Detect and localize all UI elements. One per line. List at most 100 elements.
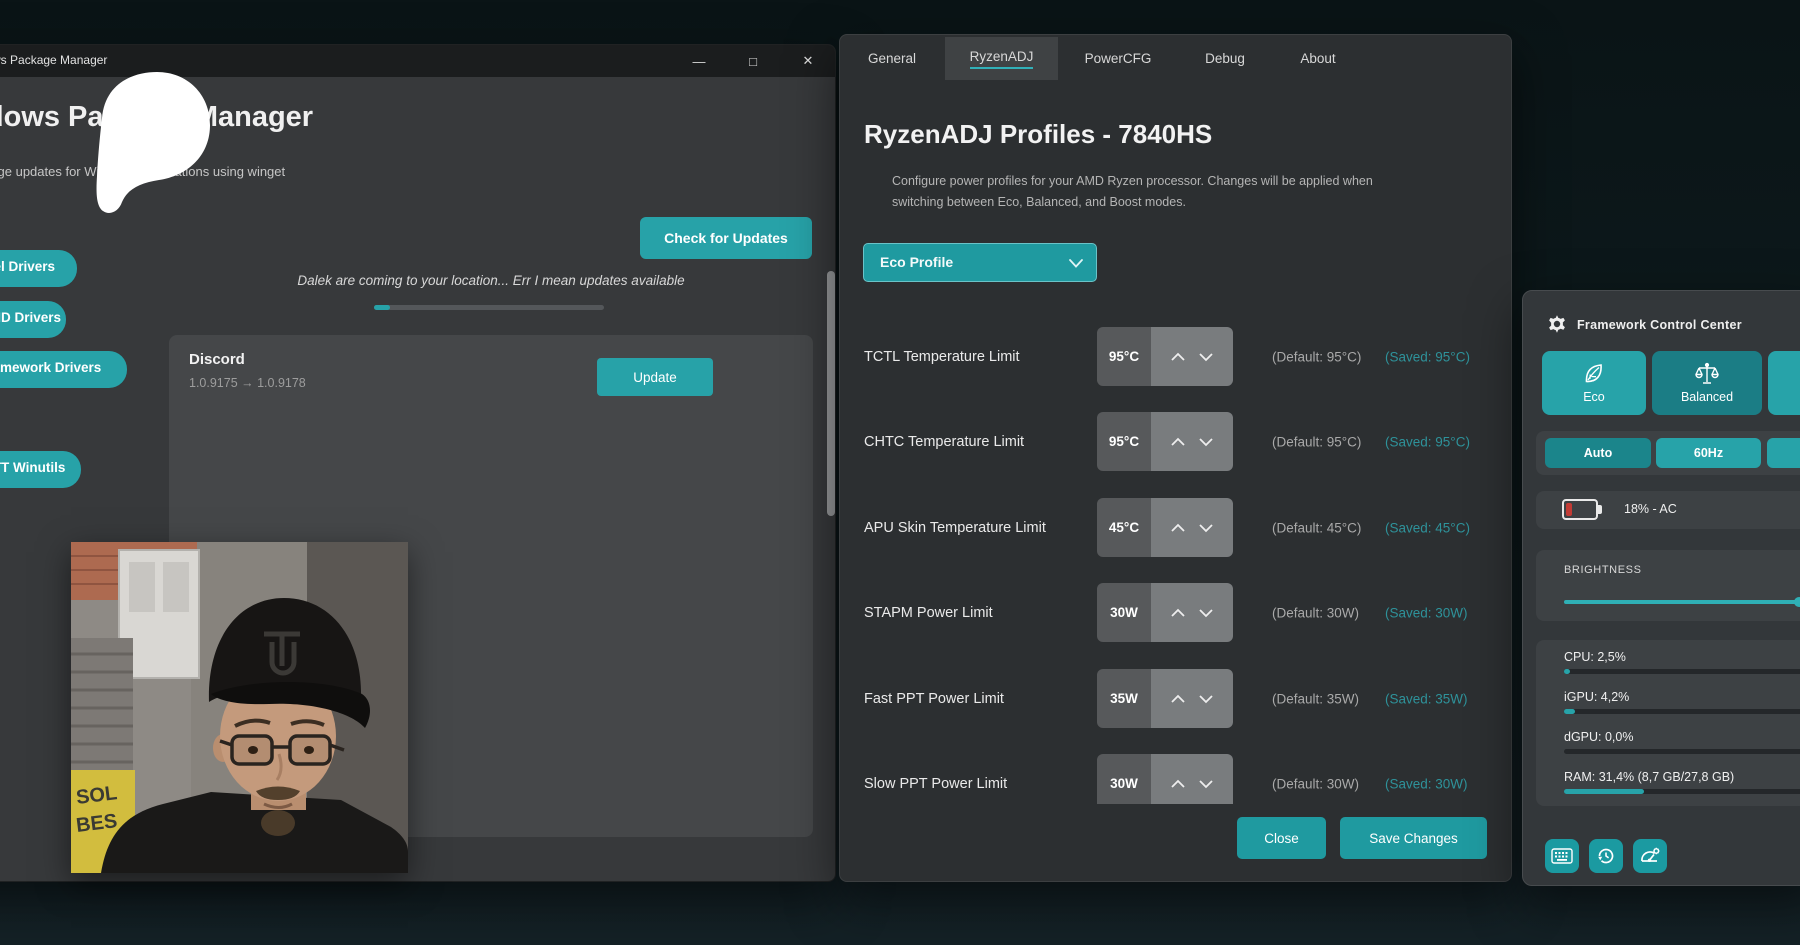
webcam-overlay: SOL BES [71, 542, 408, 873]
refresh-rate-strip: Auto 60Hz [1536, 431, 1800, 475]
setting-row: TCTL Temperature Limit 95°C (Default: 95… [840, 327, 1512, 386]
framework-gear-logo [1547, 314, 1567, 339]
saved-value-text: (Saved: 30W) [1385, 776, 1468, 791]
tab-powercfg[interactable]: PowerCFG [1076, 37, 1160, 80]
system-stats-card: CPU: 2,5% iGPU: 4,2% dGPU: 0,0% RAM: 31,… [1536, 640, 1800, 806]
saved-value-text: (Saved: 95°C) [1385, 434, 1470, 449]
window-title: Windows Package Manager [0, 53, 107, 67]
performance-tuning-button[interactable] [1633, 839, 1667, 873]
setting-row: Slow PPT Power Limit 30W (Default: 30W) … [840, 754, 1512, 804]
brightness-handle[interactable] [1794, 597, 1800, 607]
mode-button-eco[interactable]: Eco [1542, 351, 1646, 415]
battery-fill [1566, 503, 1572, 516]
check-for-updates-button[interactable]: Check for Updates [640, 217, 812, 259]
decrement-button[interactable] [1198, 694, 1214, 704]
history-button[interactable] [1589, 839, 1623, 873]
default-value-text: (Default: 30W) [1272, 605, 1359, 620]
framework-control-center-panel: Framework Control Center Eco Balanced Au… [1522, 290, 1800, 886]
white-blob-annotation [77, 70, 212, 218]
stat-ram: RAM: 31,4% (8,7 GB/27,8 GB) [1564, 768, 1800, 802]
stat-dgpu: dGPU: 0,0% [1564, 728, 1800, 762]
update-button[interactable]: Update [597, 358, 713, 396]
default-value-text: (Default: 35W) [1272, 691, 1359, 706]
settings-rows-scroll-area: TCTL Temperature Limit 95°C (Default: 95… [840, 305, 1512, 804]
decrement-button[interactable] [1198, 779, 1214, 789]
mode-button-balanced[interactable]: Balanced [1652, 351, 1762, 415]
increment-button[interactable] [1170, 523, 1186, 533]
brightness-slider[interactable] [1564, 600, 1800, 604]
panel-title: Framework Control Center [1577, 318, 1742, 332]
saved-value-text: (Saved: 30W) [1385, 605, 1468, 620]
tab-ryzenadj[interactable]: RyzenADJ [945, 37, 1058, 80]
value-spinner: 95°C [1097, 412, 1233, 471]
update-progress-bar [374, 305, 604, 310]
setting-row: STAPM Power Limit 30W (Default: 30W) (Sa… [840, 583, 1512, 642]
value-spinner: 95°C [1097, 327, 1233, 386]
mode-button-boost-cutoff[interactable] [1768, 351, 1800, 415]
tab-about[interactable]: About [1286, 37, 1350, 80]
saved-value-text: (Saved: 45°C) [1385, 520, 1470, 535]
value-spinner: 35W [1097, 669, 1233, 728]
brightness-card: BRIGHTNESS [1536, 550, 1800, 621]
brightness-fill [1564, 600, 1799, 604]
value-spinner: 30W [1097, 583, 1233, 642]
default-value-text: (Default: 95°C) [1272, 434, 1361, 449]
close-icon[interactable]: ✕ [785, 45, 831, 77]
package-version-change: 1.0.9175 → 1.0.9178 [189, 376, 306, 390]
desktop: Windows Package Manager — □ ✕ Windows Pa… [0, 0, 1800, 945]
package-name: Discord [189, 351, 245, 368]
close-button[interactable]: Close [1237, 817, 1326, 859]
refresh-rate-60hz-button[interactable]: 60Hz [1656, 438, 1761, 468]
decrement-button[interactable] [1198, 352, 1214, 362]
update-status-text: Dalek are coming to your location... Err… [221, 273, 761, 288]
value-spinner: 45°C [1097, 498, 1233, 557]
progress-fill [374, 305, 390, 310]
default-value-text: (Default: 95°C) [1272, 349, 1361, 364]
battery-icon [1562, 499, 1598, 520]
value-spinner: 30W [1097, 754, 1233, 804]
history-clock-icon [1596, 846, 1616, 866]
default-value-text: (Default: 30W) [1272, 776, 1359, 791]
stat-igpu: iGPU: 4,2% [1564, 688, 1800, 722]
brightness-label: BRIGHTNESS [1564, 564, 1642, 576]
scrollbar-thumb[interactable] [827, 271, 835, 516]
battery-text: 18% - AC [1624, 502, 1677, 516]
section-description: Configure power profiles for your AMD Ry… [892, 171, 1373, 213]
refresh-rate-auto-button[interactable]: Auto [1545, 438, 1651, 468]
save-changes-button[interactable]: Save Changes [1340, 817, 1487, 859]
setting-row: Fast PPT Power Limit 35W (Default: 35W) … [840, 669, 1512, 728]
setting-row: APU Skin Temperature Limit 45°C (Default… [840, 498, 1512, 557]
increment-button[interactable] [1170, 694, 1186, 704]
refresh-rate-button-cutoff[interactable] [1767, 438, 1800, 468]
sidebar-button-intel-drivers[interactable]: Intel Drivers [0, 250, 77, 287]
keyboard-icon [1551, 848, 1573, 864]
leaf-icon [1582, 362, 1606, 386]
maximize-icon[interactable]: □ [730, 45, 776, 77]
increment-button[interactable] [1170, 608, 1186, 618]
decrement-button[interactable] [1198, 437, 1214, 447]
sidebar-button-framework-drivers[interactable]: Framework Drivers [0, 351, 127, 388]
decrement-button[interactable] [1198, 608, 1214, 618]
profile-select-dropdown[interactable]: Eco Profile [863, 243, 1097, 282]
setting-row: CHTC Temperature Limit 95°C (Default: 95… [840, 412, 1512, 471]
minimize-icon[interactable]: — [676, 45, 722, 77]
keyboard-settings-button[interactable] [1545, 839, 1579, 873]
saved-value-text: (Saved: 35W) [1385, 691, 1468, 706]
battery-status-row: 18% - AC [1536, 491, 1800, 529]
tab-general[interactable]: General [854, 37, 930, 80]
decrement-button[interactable] [1198, 523, 1214, 533]
sidebar-button-amd-drivers[interactable]: AMD Drivers [0, 301, 66, 338]
chevron-down-icon [1069, 259, 1083, 268]
sidebar-button-ctt-winutils[interactable]: CTT Winutils [0, 451, 81, 488]
increment-button[interactable] [1170, 352, 1186, 362]
window-ryzenadj-settings: General RyzenADJ PowerCFG Debug About Ry… [839, 34, 1512, 882]
increment-button[interactable] [1170, 437, 1186, 447]
saved-value-text: (Saved: 95°C) [1385, 349, 1470, 364]
increment-button[interactable] [1170, 779, 1186, 789]
stat-cpu: CPU: 2,5% [1564, 648, 1800, 682]
speedometer-gear-icon [1639, 846, 1661, 866]
tab-debug[interactable]: Debug [1191, 37, 1259, 80]
scales-icon [1694, 362, 1720, 386]
section-title: RyzenADJ Profiles - 7840HS [864, 119, 1212, 150]
default-value-text: (Default: 45°C) [1272, 520, 1361, 535]
